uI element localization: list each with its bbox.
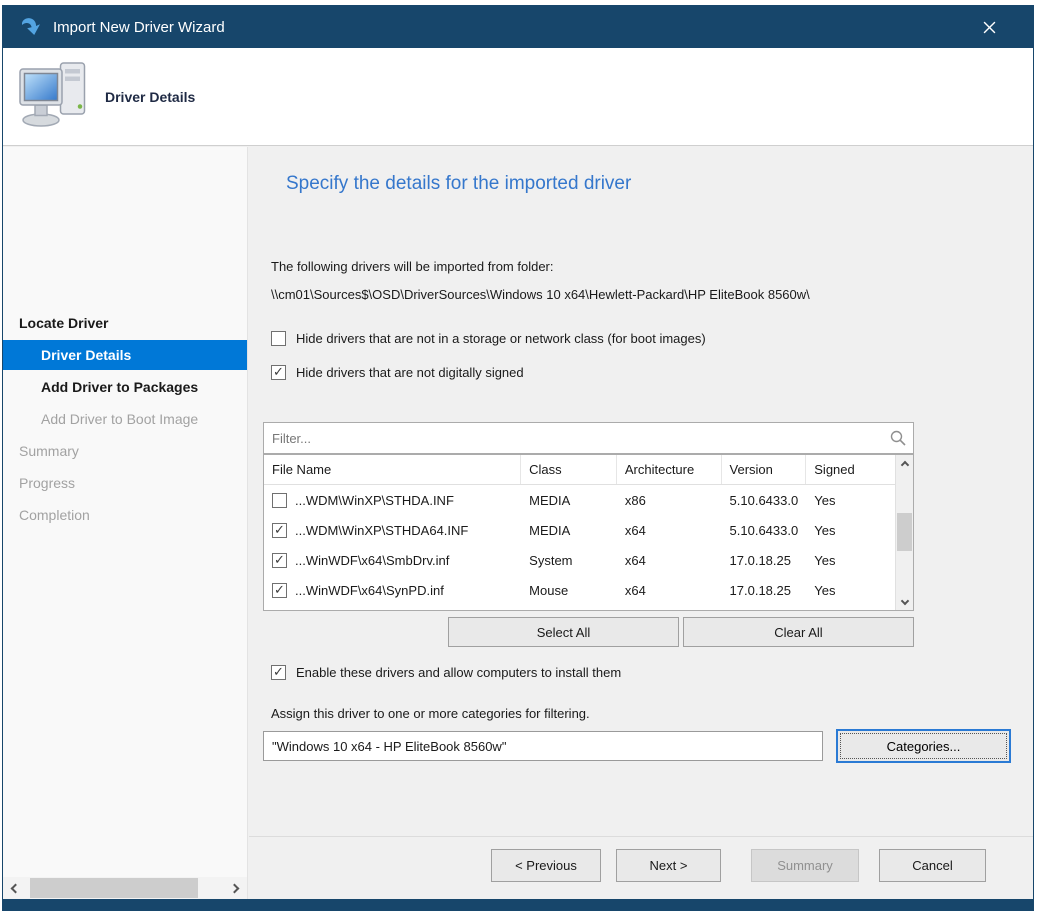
cell-file-name: ...WinWDF\x64\SmbDrv.inf: [295, 553, 449, 568]
table-row[interactable]: ...WDM\WinXP\STHDA64.INF MEDIA x64 5.10.…: [264, 515, 895, 545]
screen: Import New Driver Wizard: [0, 0, 1045, 916]
computer-icon: [17, 57, 95, 140]
cell-signed: Yes: [806, 553, 895, 568]
table-row[interactable]: ...WinWDF\x64\SynPD.inf Mouse x64 17.0.1…: [264, 575, 895, 605]
hide-storage-label: Hide drivers that are not in a storage o…: [296, 331, 706, 346]
footer-divider: [249, 836, 1033, 837]
hide-unsigned-label: Hide drivers that are not digitally sign…: [296, 365, 524, 380]
cell-architecture: x64: [617, 523, 722, 538]
cell-architecture: x64: [617, 583, 722, 598]
previous-button[interactable]: < Previous: [491, 849, 601, 882]
hide-storage-checkbox-row: Hide drivers that are not in a storage o…: [271, 329, 706, 347]
row-checkbox[interactable]: [272, 583, 287, 598]
clear-all-button[interactable]: Clear All: [683, 617, 914, 647]
scroll-left-icon[interactable]: [3, 877, 27, 899]
filter-box: [263, 422, 914, 454]
column-header-file-name[interactable]: File Name: [264, 455, 521, 484]
nav-item-locate-driver[interactable]: Locate Driver: [3, 308, 248, 338]
content-panel: Specify the details for the imported dri…: [249, 147, 1033, 899]
page-title: Driver Details: [105, 48, 195, 146]
search-icon: [889, 429, 907, 450]
categories-button[interactable]: Categories...: [836, 729, 1011, 763]
scroll-right-icon[interactable]: [222, 877, 246, 899]
cell-class: MEDIA: [521, 523, 617, 538]
select-all-button[interactable]: Select All: [448, 617, 679, 647]
hide-unsigned-checkbox-row: Hide drivers that are not digitally sign…: [271, 363, 524, 381]
cell-class: System: [521, 553, 617, 568]
table-vertical-scrollbar[interactable]: [895, 455, 913, 610]
cell-signed: Yes: [806, 493, 895, 508]
sidebar-horizontal-scrollbar[interactable]: [3, 877, 248, 899]
cell-version: 17.0.18.25: [722, 583, 807, 598]
enable-drivers-checkbox-row: Enable these drivers and allow computers…: [271, 663, 621, 681]
nav-item-driver-details[interactable]: Driver Details: [3, 340, 248, 370]
cell-version: 5.10.6433.0: [722, 523, 807, 538]
cell-architecture: x86: [617, 493, 722, 508]
table-scrollbar-thumb[interactable]: [897, 513, 912, 551]
nav-item-add-driver-to-packages[interactable]: Add Driver to Packages: [3, 372, 248, 402]
sidebar-scrollbar-thumb[interactable]: [30, 878, 198, 898]
scroll-down-icon[interactable]: [896, 592, 913, 609]
cell-file-name: ...WinWDF\x64\SynPD.inf: [295, 583, 444, 598]
content-heading: Specify the details for the imported dri…: [286, 173, 631, 195]
driver-table: File Name Class Architecture Version Sig…: [263, 454, 914, 611]
titlebar: Import New Driver Wizard: [3, 6, 1033, 48]
hide-unsigned-checkbox[interactable]: [271, 365, 286, 380]
cell-class: Mouse: [521, 583, 617, 598]
cell-file-name: ...WDM\WinXP\STHDA64.INF: [295, 523, 468, 538]
assign-category-text: Assign this driver to one or more catego…: [271, 706, 590, 721]
filter-input[interactable]: [263, 422, 914, 454]
cell-signed: Yes: [806, 523, 895, 538]
table-row[interactable]: ...WDM\WinXP\STHDA.INF MEDIA x86 5.10.64…: [264, 485, 895, 515]
intro-text: The following drivers will be imported f…: [271, 259, 554, 274]
nav-item-progress: Progress: [3, 468, 248, 498]
cell-file-name: ...WDM\WinXP\STHDA.INF: [295, 493, 454, 508]
column-header-architecture[interactable]: Architecture: [617, 455, 722, 484]
table-header: File Name Class Architecture Version Sig…: [264, 455, 895, 485]
wizard-arrow-icon: [19, 15, 43, 39]
cell-signed: Yes: [806, 583, 895, 598]
window-bottom-bar: [3, 899, 1033, 910]
wizard-header: Driver Details: [3, 48, 1033, 146]
cell-class: MEDIA: [521, 493, 617, 508]
column-header-signed[interactable]: Signed: [806, 455, 895, 484]
cell-architecture: x64: [617, 553, 722, 568]
row-checkbox[interactable]: [272, 523, 287, 538]
column-header-class[interactable]: Class: [521, 455, 617, 484]
nav-item-completion: Completion: [3, 500, 248, 530]
enable-drivers-checkbox[interactable]: [271, 665, 286, 680]
cancel-button[interactable]: Cancel: [879, 849, 986, 882]
wizard-nav: Locate Driver Driver Details Add Driver …: [3, 147, 248, 899]
hide-storage-checkbox[interactable]: [271, 331, 286, 346]
nav-item-add-driver-to-boot-image: Add Driver to Boot Image: [3, 404, 248, 434]
summary-button[interactable]: Summary: [751, 849, 859, 882]
driver-folder-path: \\cm01\Sources$\OSD\DriverSources\Window…: [271, 287, 810, 302]
window-title: Import New Driver Wizard: [53, 19, 225, 36]
column-header-version[interactable]: Version: [722, 455, 807, 484]
next-button[interactable]: Next >: [616, 849, 721, 882]
table-row[interactable]: ...WinWDF\x64\SmbDrv.inf System x64 17.0…: [264, 545, 895, 575]
wizard-window: Import New Driver Wizard: [2, 5, 1034, 911]
cell-version: 5.10.6433.0: [722, 493, 807, 508]
close-button[interactable]: [969, 6, 1009, 48]
category-input[interactable]: [263, 731, 823, 761]
row-checkbox[interactable]: [272, 553, 287, 568]
enable-drivers-label: Enable these drivers and allow computers…: [296, 665, 621, 680]
cell-version: 17.0.18.25: [722, 553, 807, 568]
scroll-up-icon[interactable]: [896, 456, 913, 473]
row-checkbox[interactable]: [272, 493, 287, 508]
nav-item-summary: Summary: [3, 436, 248, 466]
close-icon: [983, 21, 996, 34]
